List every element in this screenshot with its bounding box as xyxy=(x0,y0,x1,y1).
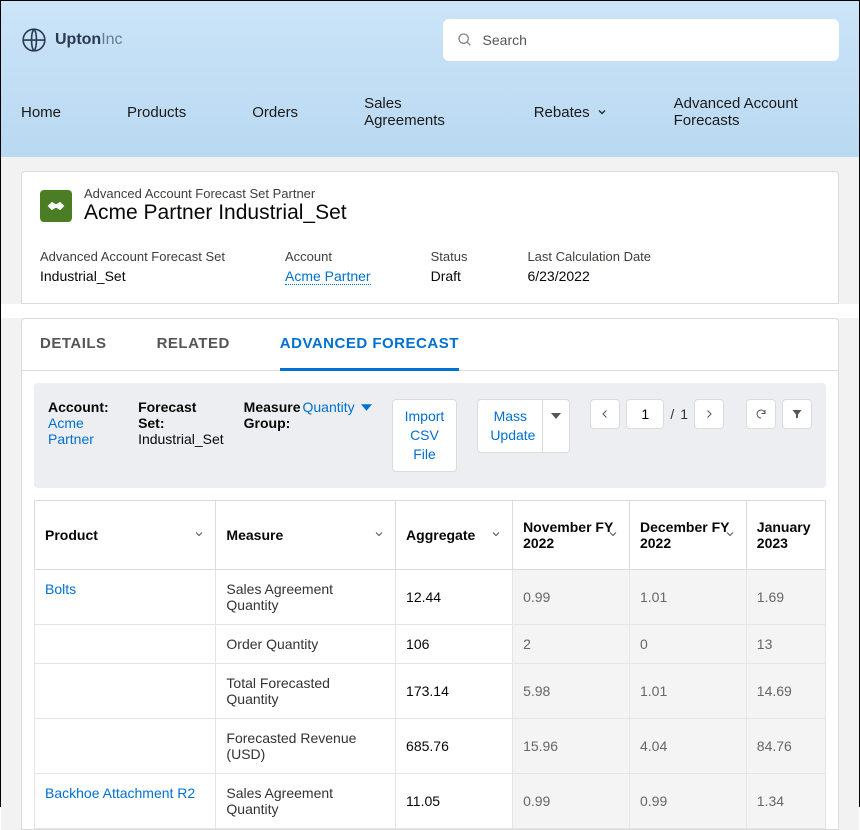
field-value-status: Draft xyxy=(431,268,468,284)
nav-home[interactable]: Home xyxy=(21,95,61,129)
table-row: Total Forecasted Quantity173.145.981.011… xyxy=(35,663,826,718)
field-label-account: Account xyxy=(285,249,371,264)
cell-measure: Sales Agreement Quantity xyxy=(216,569,396,624)
cell-aggregate: 11.05 xyxy=(396,773,513,828)
global-search[interactable]: Search xyxy=(443,19,839,61)
cell-measure: Forecasted Revenue (USD) xyxy=(216,718,396,773)
field-label-last-calc: Last Calculation Date xyxy=(527,249,651,264)
caret-down-icon xyxy=(361,402,372,413)
tab-related[interactable]: RELATED xyxy=(157,319,230,370)
col-month-1[interactable]: November FY 2022 xyxy=(513,500,630,569)
pager-total: 1 xyxy=(680,406,688,422)
field-value-account[interactable]: Acme Partner xyxy=(285,268,371,285)
mass-update-more[interactable] xyxy=(543,399,570,453)
field-value-last-calc: 6/23/2022 xyxy=(527,268,651,284)
cell-month[interactable]: 0.99 xyxy=(513,773,630,828)
cell-product xyxy=(35,718,216,773)
cell-month[interactable]: 1.69 xyxy=(746,569,825,624)
pager-sep: / xyxy=(670,406,674,422)
table-row: Forecasted Revenue (USD)685.7615.964.048… xyxy=(35,718,826,773)
col-month-2[interactable]: December FY 2022 xyxy=(629,500,746,569)
pager-current[interactable] xyxy=(626,399,664,429)
col-product[interactable]: Product xyxy=(35,500,216,569)
refresh-button[interactable] xyxy=(746,399,776,429)
cell-product[interactable]: Bolts xyxy=(35,569,216,624)
cell-month[interactable]: 1.34 xyxy=(746,773,825,828)
cell-month[interactable]: 5.98 xyxy=(513,663,630,718)
record-tabs: DETAILS RELATED ADVANCED FORECAST xyxy=(22,319,838,371)
chevron-down-icon xyxy=(596,106,608,118)
cell-month[interactable]: 15.96 xyxy=(513,718,630,773)
cell-month[interactable]: 0.99 xyxy=(513,569,630,624)
cell-month[interactable]: 0 xyxy=(629,624,746,663)
nav-orders[interactable]: Orders xyxy=(252,95,298,129)
nav-rebates[interactable]: Rebates xyxy=(534,95,608,129)
pager-next[interactable] xyxy=(694,399,724,429)
globe-icon xyxy=(21,27,47,53)
funnel-icon xyxy=(791,408,803,420)
cell-aggregate: 12.44 xyxy=(396,569,513,624)
field-label-forecast-set: Advanced Account Forecast Set xyxy=(40,249,225,264)
record-type-label: Advanced Account Forecast Set Partner xyxy=(84,186,347,201)
table-row: Backhoe Attachment R2Sales Agreement Qua… xyxy=(35,773,826,828)
field-value-forecast-set: Industrial_Set xyxy=(40,268,225,284)
col-month-3[interactable]: January 2023 xyxy=(746,500,825,569)
cell-measure: Total Forecasted Quantity xyxy=(216,663,396,718)
forecast-table: Product Measure Aggregate November FY 20… xyxy=(34,500,826,829)
nav-advanced-forecasts[interactable]: Advanced Account Forecasts xyxy=(674,95,839,129)
cell-aggregate: 106 xyxy=(396,624,513,663)
filter-set-label: Forecast Set: xyxy=(138,399,224,431)
pager-prev[interactable] xyxy=(590,399,620,429)
cell-measure: Order Quantity xyxy=(216,624,396,663)
cell-aggregate: 173.14 xyxy=(396,663,513,718)
primary-nav: Home Products Orders Sales Agreements Re… xyxy=(1,61,859,129)
tab-details[interactable]: DETAILS xyxy=(40,319,107,370)
brand-name: UptonInc xyxy=(55,31,123,49)
tab-advanced-forecast[interactable]: ADVANCED FORECAST xyxy=(280,319,459,371)
cell-month[interactable]: 84.76 xyxy=(746,718,825,773)
cell-month[interactable]: 13 xyxy=(746,624,825,663)
col-measure[interactable]: Measure xyxy=(216,500,396,569)
filter-account-label: Account: xyxy=(48,399,109,415)
record-title: Acme Partner Industrial_Set xyxy=(84,201,347,225)
cell-month[interactable]: 2 xyxy=(513,624,630,663)
nav-products[interactable]: Products xyxy=(127,95,186,129)
cell-month[interactable]: 0.99 xyxy=(629,773,746,828)
cell-product xyxy=(35,624,216,663)
cell-measure: Sales Agreement Quantity xyxy=(216,773,396,828)
cell-aggregate: 685.76 xyxy=(396,718,513,773)
cell-month[interactable]: 4.04 xyxy=(629,718,746,773)
filter-measure-group-label: Measure Group: xyxy=(244,399,301,431)
mass-update-button[interactable]: Mass Update xyxy=(477,399,543,453)
cell-month[interactable]: 1.01 xyxy=(629,663,746,718)
cell-month[interactable]: 14.69 xyxy=(746,663,825,718)
search-placeholder: Search xyxy=(483,32,527,48)
filter-set-value: Industrial_Set xyxy=(138,431,224,447)
table-row: Order Quantity1062013 xyxy=(35,624,826,663)
record-icon xyxy=(40,190,72,222)
field-label-status: Status xyxy=(431,249,468,264)
search-icon xyxy=(457,32,473,48)
import-csv-button[interactable]: Import CSV File xyxy=(392,399,458,472)
col-aggregate[interactable]: Aggregate xyxy=(396,500,513,569)
filter-account-value[interactable]: Acme Partner xyxy=(48,415,94,447)
handshake-icon xyxy=(46,196,66,216)
cell-product xyxy=(35,663,216,718)
caret-down-icon xyxy=(551,411,561,421)
filter-button[interactable] xyxy=(782,399,812,429)
nav-sales-agreements[interactable]: Sales Agreements xyxy=(364,95,468,129)
measure-group-picker[interactable]: Quantity xyxy=(302,399,371,415)
cell-product[interactable]: Backhoe Attachment R2 xyxy=(35,773,216,828)
cell-month[interactable]: 1.01 xyxy=(629,569,746,624)
brand-logo[interactable]: UptonInc xyxy=(21,27,123,53)
table-row: BoltsSales Agreement Quantity12.440.991.… xyxy=(35,569,826,624)
